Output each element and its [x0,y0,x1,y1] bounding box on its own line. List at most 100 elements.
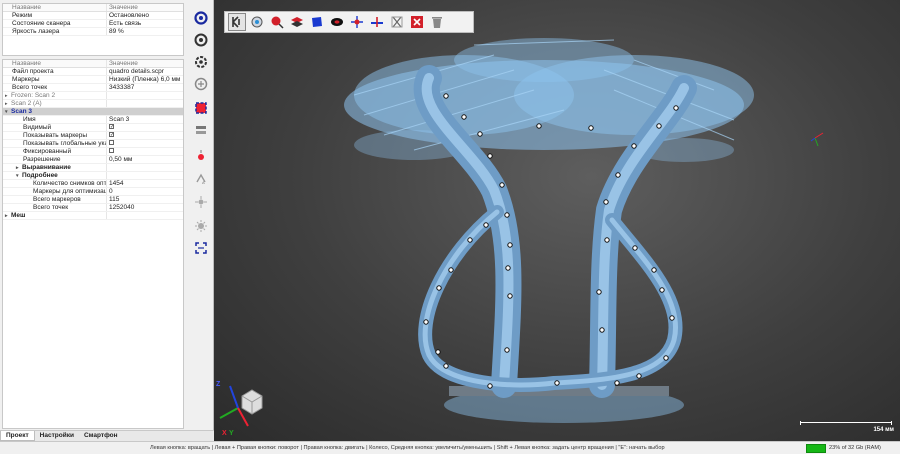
tool-brush-icon [371,17,383,27]
lower-loop [418,205,683,392]
plane-select-button[interactable] [308,13,326,31]
memory-usage-text: 23% of 32 Gb (RAM) [829,445,881,451]
layers-select-button[interactable] [288,13,306,31]
row-value: 115 [109,196,120,203]
tree-item-frozen-scan2[interactable]: ▸ Frozen: Scan 2 [3,92,183,100]
lasso-button[interactable] [268,13,286,31]
cut-button[interactable] [388,13,406,31]
scan-settings-button[interactable] [193,54,209,70]
scan-preview-button[interactable] [193,32,209,48]
shots-row[interactable]: Количество снимков опт... 1454 [3,180,183,188]
scan-start-button[interactable] [193,10,209,26]
scan-icon [194,11,208,25]
opt-markers-row[interactable]: Маркеры для оптимизации 0 [3,188,183,196]
layers-button[interactable] [193,122,209,138]
tool-cut-icon [391,16,403,28]
tab-smartphone[interactable]: Смартфон [79,431,123,441]
markers-row[interactable]: Маркеры Низкий (Пленка) 6,0 мм [3,76,183,84]
3d-viewport[interactable]: Z X Y 154 мм [214,0,900,441]
tab-project[interactable]: Проект [0,431,35,441]
left-panel: Название Значение Режим Остановлено Сост… [0,0,214,441]
center-tool-button[interactable] [193,194,209,210]
tab-settings[interactable]: Настройки [35,431,79,441]
show-markers-checkbox[interactable]: ✓ [109,132,114,137]
project-file-row[interactable]: Файл проекта quadro details.scpr [3,68,183,76]
tree-item-scan3[interactable]: ▾ Scan 3 [3,108,183,116]
wand-select-button[interactable] [348,13,366,31]
mini-axis-gizmo [810,132,824,147]
scan-preview-icon [194,33,208,47]
scan-name-row[interactable]: Имя Scan 3 [3,116,183,124]
row-name: Фиксированный [3,148,107,155]
table-row[interactable]: Режим Остановлено [3,12,183,20]
row-name: Разрешение [3,156,107,163]
table-header: Название Значение [3,4,183,12]
svg-text:A: A [202,180,205,185]
scale-bar [800,421,892,425]
fixed-checkbox[interactable] [109,148,114,153]
tool-delete-icon [432,17,442,28]
light-tool-button[interactable] [193,218,209,234]
tool-plane-icon [312,17,322,27]
visible-checkbox[interactable]: ✓ [109,124,114,129]
axis-label-y: Y [229,430,234,437]
column-value-header: Значение [109,4,138,11]
panel-tabs: Проект Настройки Смартфон [0,430,214,441]
orientation-gizmo[interactable] [219,385,263,427]
row-value: 0 [109,188,113,195]
align-tool-button[interactable]: A [193,170,209,186]
tool-erase-icon [411,16,423,28]
row-value: 0,50 мм [109,156,133,163]
tree-item-label: Scan 2 (A) [11,100,42,107]
ellipse-select-button[interactable] [328,13,346,31]
details-group[interactable]: ▾ Подробнее [3,172,183,180]
delete-button[interactable] [428,13,446,31]
total-points-row[interactable]: Всего точек 3433387 [3,84,183,92]
snap-button[interactable] [228,13,246,31]
row-value: 1454 [109,180,124,187]
row-name: Количество снимков опт... [3,180,107,187]
tool-layers-icon [291,17,303,27]
tree-item-mesh[interactable]: ▸ Меш [3,212,183,220]
erase-button[interactable] [408,13,426,31]
light-icon [195,220,207,232]
visible-row: Видимый ✓ [3,124,183,132]
table-row[interactable]: Состояние сканера Есть связь [3,20,183,28]
center-point-icon [195,196,207,208]
scanner-properties-table: Название Значение Режим Остановлено Сост… [2,3,184,56]
scan-render [219,38,824,427]
row-value: Низкий (Пленка) 6,0 мм [109,76,181,83]
show-global-checkbox[interactable] [109,140,114,145]
row-name: Маркеры для оптимизации [3,188,107,195]
tool-target-icon [251,16,263,28]
row-value: Есть связь [109,20,142,27]
row-name: Показывать глобальные указ... [3,140,107,147]
row-name: Всего маркеров [3,196,107,203]
tree-item-scan2[interactable]: ▸ Scan 2 (A) [3,100,183,108]
row-value: 3433387 [109,84,135,91]
axis-label-z: Z [216,381,221,388]
calibrate-button[interactable] [193,76,209,92]
column-name-header: Название [3,4,107,11]
brush-select-button[interactable] [368,13,386,31]
scan-total-points-row[interactable]: Всего точек 1252040 [3,204,183,212]
row-name: Маркеры [3,76,107,83]
marker-tool-button[interactable] [193,148,209,164]
alignment-group[interactable]: ▸ Выравнивание [3,164,183,172]
row-name: Имя [3,116,107,123]
table-row[interactable]: Яркость лазера 89 % [3,28,183,36]
row-name: Всего точек [3,204,107,211]
tool-wand-icon [351,16,363,28]
tool-lasso-icon [271,16,284,29]
resolution-row[interactable]: Разрешение 0,50 мм [3,156,183,164]
row-name: Показывать маркеры [3,132,107,139]
target-button[interactable] [248,13,266,31]
frame-select-button[interactable] [193,100,209,116]
project-tree: Название Значение Файл проекта quadro de… [2,59,184,429]
total-markers-row[interactable]: Всего маркеров 115 [3,196,183,204]
fit-view-button[interactable] [193,240,209,256]
row-value: 89 % [109,28,124,35]
row-value: Остановлено [109,12,149,19]
row-name: Файл проекта [3,68,107,75]
edit-toolbar [224,11,474,33]
